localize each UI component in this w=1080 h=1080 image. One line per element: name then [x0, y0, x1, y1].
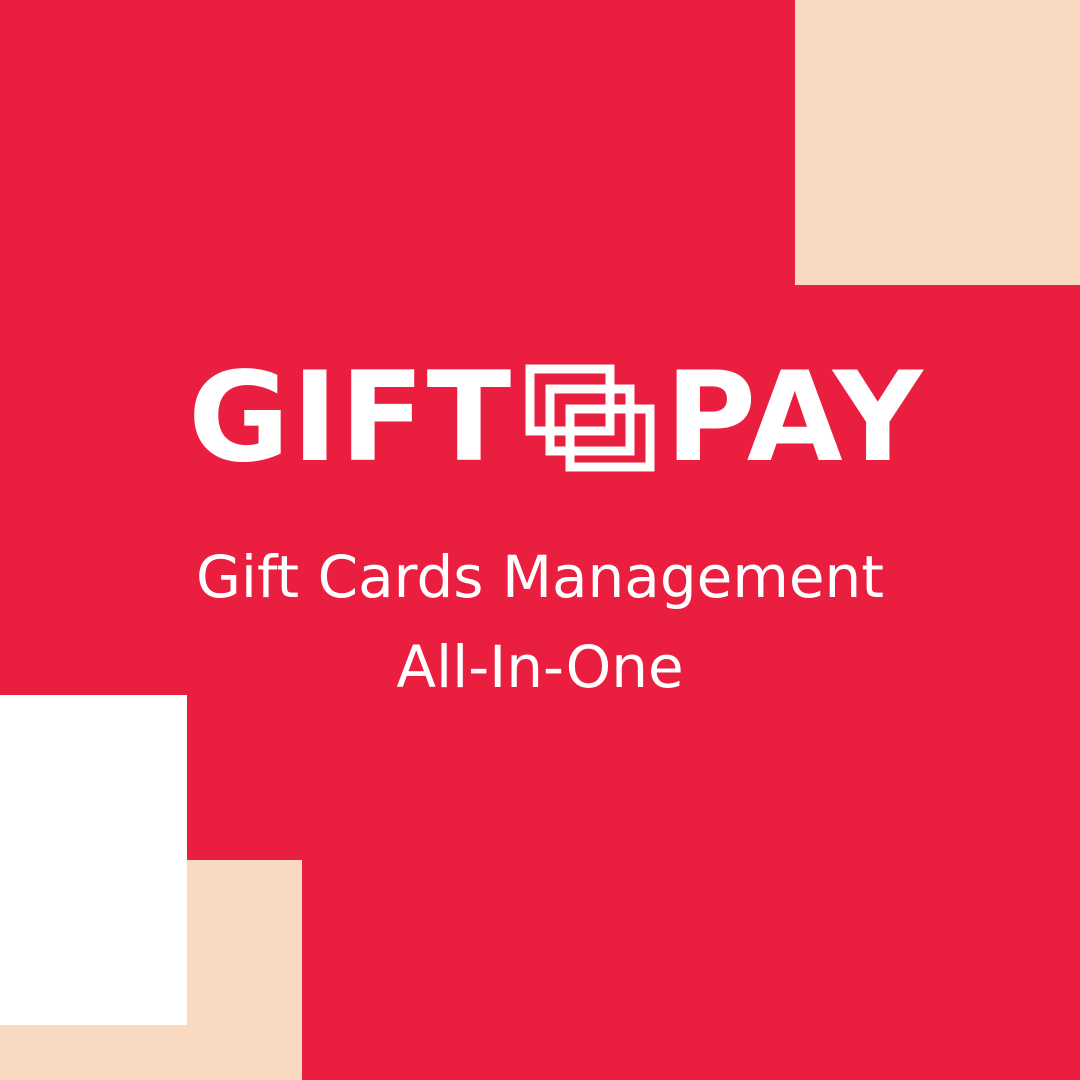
promo-canvas: GIFT PAY Gift Cards Management All-In-On… — [0, 0, 1080, 1080]
decorative-peach-square-top-right — [795, 0, 1080, 285]
tagline-line-2: All-In-One — [396, 633, 684, 701]
gift-card-stack-icon — [525, 364, 655, 471]
brand-logo: GIFT PAY — [188, 356, 923, 480]
decorative-white-block-bottom-left — [0, 695, 187, 1025]
logo-word-pay: PAY — [665, 345, 925, 490]
logo-word-gift: GIFT — [188, 345, 514, 490]
tagline-line-1: Gift Cards Management — [195, 543, 885, 611]
